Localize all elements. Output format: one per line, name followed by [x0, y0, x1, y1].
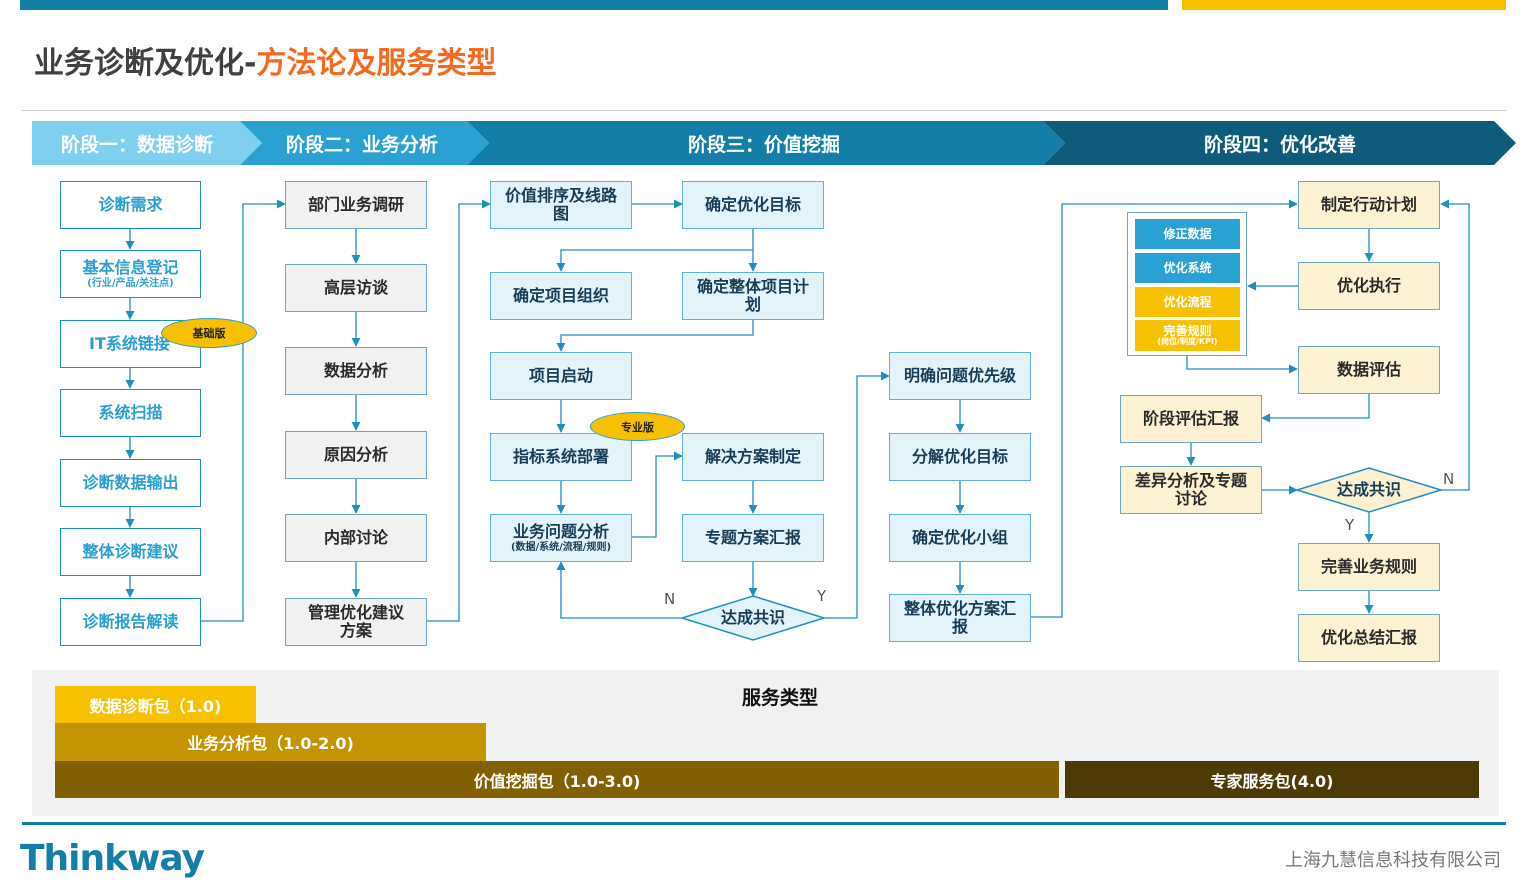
- company-name: 上海九慧信息科技有限公司: [1285, 850, 1501, 871]
- stage3-indicator-deploy: 指标系统部署: [490, 433, 632, 481]
- stage3-no-label: N: [664, 590, 676, 608]
- company-logo: Thinkway: [20, 838, 205, 879]
- stage4-action-plan: 制定行动计划: [1298, 181, 1440, 229]
- stage1-step-report-interpret: 诊断报告解读: [60, 598, 201, 646]
- fix-system: 优化系统: [1135, 253, 1240, 283]
- stage3-yes-label: Y: [817, 587, 827, 605]
- phase-1-label: 阶段一：数据诊断: [60, 133, 213, 156]
- stage3-priority: 明确问题优先级: [889, 352, 1031, 400]
- stage3-project-plan: 确定整体项目计划: [682, 272, 824, 320]
- stage4-execute: 优化执行: [1298, 262, 1440, 310]
- stage2-step-dept-research: 部门业务调研: [285, 181, 427, 229]
- stage4-evaluate: 数据评估: [1298, 346, 1440, 394]
- professional-edition-tag: 专业版: [590, 412, 685, 441]
- fix-rules: 完善规则 (岗位/制度/KPI): [1135, 320, 1240, 351]
- stage3-solution: 解决方案制定: [682, 433, 824, 481]
- stage2-step-internal-discussion: 内部讨论: [285, 514, 427, 562]
- stage2-step-mgmt-proposal: 管理优化建议方案: [285, 598, 427, 646]
- pack-business-analysis: 业务分析包（1.0-2.0): [55, 723, 486, 761]
- stage4-stage-report: 阶段评估汇报: [1120, 395, 1262, 443]
- stage4-refine-rules: 完善业务规则: [1298, 543, 1440, 591]
- stage1-step-basic-info: 基本信息登记 (行业/产品/关注点): [60, 250, 201, 298]
- stage4-decision-label: 达成共识: [1336, 480, 1401, 500]
- stage4-no-label: N: [1443, 470, 1455, 488]
- stage1-step-diagnosis-need: 诊断需求: [60, 181, 201, 229]
- stage3-team: 确定优化小组: [889, 514, 1031, 562]
- stage4-gap-analysis: 差异分析及专题讨论: [1120, 466, 1262, 514]
- stage3-decision-label: 达成共识: [720, 608, 785, 628]
- stage3-optimization-goal: 确定优化目标: [682, 181, 824, 229]
- page-title: 业务诊断及优化-方法论及服务类型: [34, 38, 496, 82]
- stage1-step-system-scan: 系统扫描: [60, 389, 201, 437]
- stage3-project-org: 确定项目组织: [490, 272, 632, 320]
- pack-expert-service: 专家服务包(4.0): [1065, 761, 1479, 798]
- top-accent-bar-blue: [20, 0, 1168, 10]
- title-main: 业务诊断及优化-: [34, 46, 257, 81]
- phase-2-label: 阶段二：业务分析: [285, 133, 438, 156]
- service-types-title: 服务类型: [741, 687, 818, 709]
- stage4-summary-report: 优化总结汇报: [1298, 614, 1440, 662]
- stage3-problem-analysis: 业务问题分析 (数据/系统/流程/规则): [490, 514, 632, 562]
- title-highlight: 方法论及服务类型: [256, 46, 497, 81]
- title-divider: [22, 110, 1506, 111]
- stage3-overall-report: 整体优化方案汇报: [889, 594, 1031, 642]
- stage2-step-data-analysis: 数据分析: [285, 347, 427, 395]
- fix-data: 修正数据: [1135, 219, 1240, 249]
- stage2-step-cause-analysis: 原因分析: [285, 431, 427, 479]
- stage4-yes-label: Y: [1345, 516, 1355, 534]
- stage1-step-data-output: 诊断数据输出: [60, 459, 201, 507]
- pack-data-diagnosis: 数据诊断包（1.0): [55, 686, 256, 723]
- footer-divider: [22, 822, 1506, 825]
- fix-process: 优化流程: [1135, 287, 1240, 317]
- stage1-step-overall-advice: 整体诊断建议: [60, 528, 201, 576]
- stage3-decompose-goal: 分解优化目标: [889, 433, 1031, 481]
- stage2-step-exec-interview: 高层访谈: [285, 264, 427, 312]
- phase-4-label: 阶段四：优化改善: [1203, 133, 1356, 156]
- pack-value-mining: 价值挖掘包（1.0-3.0): [55, 761, 1059, 798]
- stage3-topic-report: 专题方案汇报: [682, 514, 824, 562]
- top-accent-bar-yellow: [1182, 0, 1506, 10]
- phase-3-label: 阶段三：价值挖掘: [687, 133, 840, 156]
- basic-edition-tag: 基础版: [161, 318, 257, 348]
- stage3-value-ranking: 价值排序及线路图: [490, 181, 632, 229]
- stage3-kickoff: 项目启动: [490, 352, 632, 400]
